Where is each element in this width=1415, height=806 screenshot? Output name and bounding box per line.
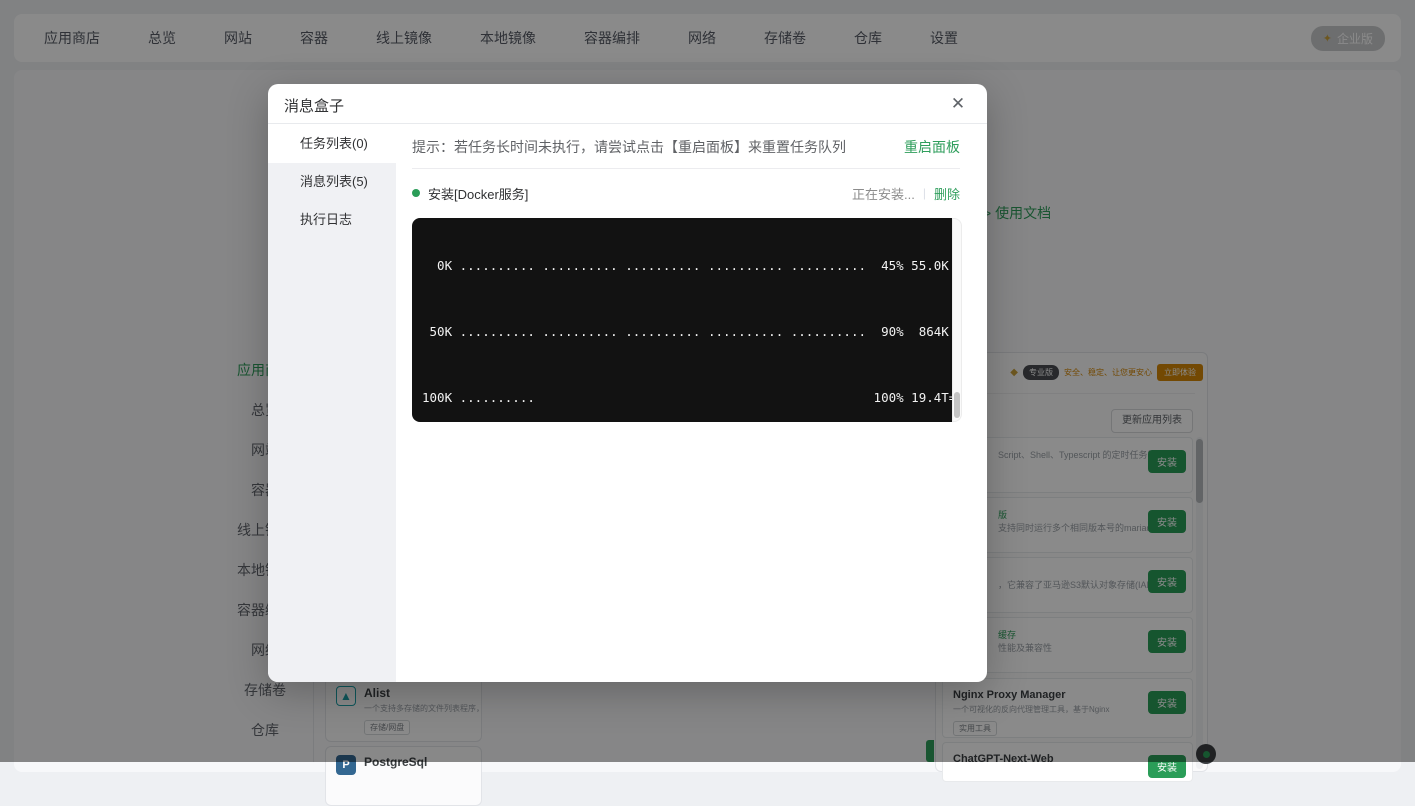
tip-text: 提示：若任务长时间未执行，请尝试点击【重启面板】来重置任务队列 <box>412 137 904 157</box>
task-row: 安装[Docker服务] 正在安装... | 删除 <box>412 181 960 205</box>
task-status: 正在安装... <box>852 184 915 203</box>
restart-panel-link[interactable]: 重启面板 <box>904 137 960 157</box>
modal-body: 提示：若任务长时间未执行，请尝试点击【重启面板】来重置任务队列 重启面板 安装[… <box>396 125 987 682</box>
terminal-screen: 0K .......... .......... .......... ....… <box>412 218 952 422</box>
tab-execution-log[interactable]: 执行日志 <box>268 201 396 239</box>
terminal-output: 0K .......... .......... .......... ....… <box>422 218 952 422</box>
message-box-modal: 消息盒子 ✕ 任务列表(0) 消息列表(5) 执行日志 提示：若任务长时间未执行… <box>268 84 987 682</box>
divider: | <box>923 186 926 200</box>
task-delete-link[interactable]: 删除 <box>934 184 960 203</box>
tab-message-list[interactable]: 消息列表(5) <box>268 163 396 201</box>
modal-header: 消息盒子 ✕ <box>268 84 987 124</box>
divider <box>412 168 960 169</box>
modal-tab-list: 任务列表(0) 消息列表(5) 执行日志 <box>268 125 396 682</box>
terminal-scrollbar[interactable] <box>952 218 962 422</box>
task-status-dot <box>412 189 420 197</box>
task-log-terminal: 0K .......... .......... .......... ....… <box>412 218 962 422</box>
close-icon[interactable]: ✕ <box>947 93 969 115</box>
task-name: 安装[Docker服务] <box>428 184 852 203</box>
terminal-scrollbar-thumb[interactable] <box>954 392 960 418</box>
modal-title: 消息盒子 <box>284 95 344 116</box>
tab-task-list[interactable]: 任务列表(0) <box>268 125 396 163</box>
tip-row: 提示：若任务长时间未执行，请尝试点击【重启面板】来重置任务队列 重启面板 <box>412 136 960 158</box>
